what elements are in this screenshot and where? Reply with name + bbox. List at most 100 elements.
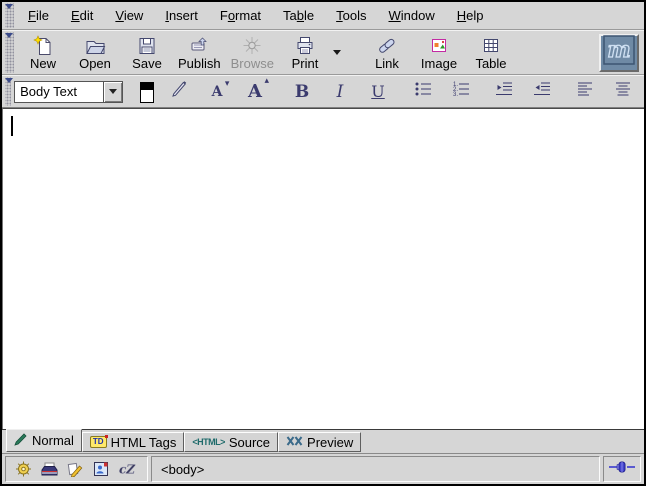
tab-source-label: Source [229, 435, 270, 450]
align-center-icon [613, 80, 633, 103]
print-menu-arrow[interactable] [333, 50, 341, 55]
preview-glasses-icon [286, 435, 303, 450]
navigator-wheel-icon[interactable] [15, 461, 32, 477]
bullet-list-button[interactable] [409, 79, 437, 105]
open-folder-icon [84, 35, 106, 56]
composer-window: File Edit View Insert Format Table Tools… [0, 0, 646, 486]
publish-upload-icon [188, 35, 210, 56]
save-floppy-icon [136, 35, 158, 56]
print-button[interactable]: Print [279, 32, 331, 73]
svg-text:m: m [607, 37, 630, 63]
mail-inbox-icon[interactable] [41, 461, 58, 477]
save-button[interactable]: Save [121, 32, 173, 73]
online-plug-icon [609, 460, 635, 478]
format-toolbar: Body Text A▾ A▴ B I U [2, 75, 644, 108]
menubar-grippy[interactable] [5, 3, 14, 28]
menu-insert[interactable]: Insert [154, 3, 209, 28]
increase-font-icon: A▴ [248, 81, 262, 102]
decrease-font-icon: A▾ [212, 84, 223, 100]
table-button[interactable]: Table [465, 32, 517, 73]
brush-icon [14, 433, 28, 449]
main-toolbar-grippy[interactable] [5, 32, 14, 73]
menu-tools[interactable]: Tools [325, 3, 377, 28]
table-button-label: Table [475, 56, 506, 71]
menu-bar: File Edit View Insert Format Table Tools… [2, 2, 644, 30]
html-source-icon: <HTML> [192, 437, 225, 447]
tab-preview[interactable]: Preview [278, 432, 361, 452]
paragraph-style-select[interactable]: Body Text [14, 81, 123, 103]
format-toolbar-grippy[interactable] [5, 77, 11, 106]
tab-normal[interactable]: Normal [6, 429, 82, 452]
online-status-button[interactable] [603, 456, 641, 482]
increase-font-size-button[interactable]: A▴ [241, 79, 269, 105]
indent-icon [532, 80, 552, 103]
menu-edit[interactable]: Edit [60, 3, 104, 28]
new-button-label: New [30, 56, 56, 71]
mozilla-throbber-button[interactable]: m [599, 34, 639, 72]
open-button-label: Open [79, 56, 111, 71]
numbered-list-button[interactable]: 1.2.3. [447, 79, 475, 105]
browse-button-label: Browse [231, 56, 274, 71]
open-button[interactable]: Open [69, 32, 121, 73]
menu-table[interactable]: Table [272, 3, 325, 28]
new-page-icon [32, 35, 54, 56]
bold-icon: B [295, 82, 309, 102]
indent-button[interactable] [528, 79, 556, 105]
print-button-label: Print [292, 56, 319, 71]
link-button-label: Link [375, 56, 399, 71]
addressbook-card-icon[interactable] [93, 461, 109, 477]
svg-text:cZ: cZ [119, 463, 136, 477]
browse-button: Browse [226, 32, 279, 73]
element-path-panel[interactable]: <body> [151, 456, 600, 482]
italic-icon: I [337, 82, 344, 102]
highlight-color-button[interactable] [165, 79, 193, 105]
menu-window[interactable]: Window [378, 3, 446, 28]
new-button[interactable]: New [17, 32, 69, 73]
tab-preview-label: Preview [307, 435, 353, 450]
highlight-pen-icon [169, 79, 189, 104]
tab-html-tags-label: HTML Tags [111, 435, 177, 450]
main-toolbar: New Open Save Publish Browse [2, 30, 644, 75]
bullet-list-icon [413, 80, 433, 103]
menu-format[interactable]: Format [209, 3, 272, 28]
align-center-button[interactable] [609, 79, 637, 105]
tab-source[interactable]: <HTML> Source [184, 432, 278, 452]
table-grid-icon [480, 35, 502, 56]
image-picture-icon [428, 35, 450, 56]
component-bar: cZ [5, 456, 148, 482]
align-left-icon [575, 80, 595, 103]
link-button[interactable]: Link [361, 32, 413, 73]
tab-normal-label: Normal [32, 433, 74, 448]
decrease-font-size-button[interactable]: A▾ [203, 79, 231, 105]
tab-html-tags[interactable]: TD HTML Tags [82, 432, 184, 452]
underline-icon: U [371, 82, 384, 101]
composer-pen-icon[interactable] [67, 461, 84, 477]
italic-button[interactable]: I [326, 79, 354, 105]
link-chain-icon [376, 35, 398, 56]
image-button[interactable]: Image [413, 32, 465, 73]
mozilla-logo-icon: m [603, 35, 635, 70]
outdent-button[interactable] [490, 79, 518, 105]
browse-globe-icon [241, 35, 263, 56]
element-path-text: <body> [161, 462, 204, 477]
printer-icon [294, 35, 316, 56]
background-color-swatch[interactable] [140, 89, 154, 103]
text-color-picker[interactable] [139, 81, 154, 103]
edit-mode-tabbar: Normal TD HTML Tags <HTML> Source Previe… [2, 429, 644, 453]
menu-file[interactable]: File [17, 3, 60, 28]
tag-td-icon: TD [90, 436, 107, 448]
underline-button[interactable]: U [364, 79, 392, 105]
svg-text:3.: 3. [453, 92, 458, 98]
chatzilla-icon[interactable]: cZ [118, 461, 138, 477]
publish-button-label: Publish [178, 56, 221, 71]
editor-canvas[interactable] [2, 108, 644, 429]
align-left-button[interactable] [571, 79, 599, 105]
publish-button[interactable]: Publish [173, 32, 226, 73]
save-button-label: Save [132, 56, 162, 71]
menu-view[interactable]: View [104, 3, 154, 28]
menu-help[interactable]: Help [446, 3, 495, 28]
outdent-icon [494, 80, 514, 103]
bold-button[interactable]: B [288, 79, 316, 105]
text-caret [11, 116, 13, 136]
chevron-down-icon[interactable] [103, 82, 122, 102]
